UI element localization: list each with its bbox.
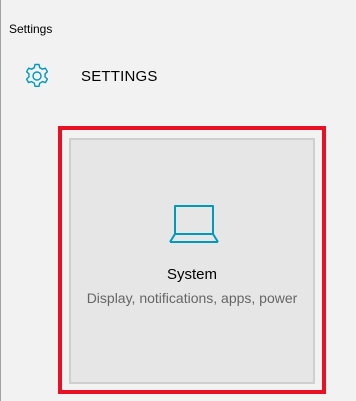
settings-header: SETTINGS xyxy=(1,58,356,98)
gear-icon xyxy=(25,63,49,87)
settings-window: Settings SETTINGS System Display, notifi… xyxy=(0,0,356,401)
system-tile-title: System xyxy=(166,266,217,283)
page-title: SETTINGS xyxy=(81,68,158,85)
system-tile-description: Display, notifications, apps, power xyxy=(86,290,298,306)
window-title: Settings xyxy=(9,22,53,36)
laptop-icon xyxy=(169,205,219,243)
title-bar[interactable]: Settings xyxy=(1,0,356,40)
system-tile[interactable]: System Display, notifications, apps, pow… xyxy=(69,138,315,384)
